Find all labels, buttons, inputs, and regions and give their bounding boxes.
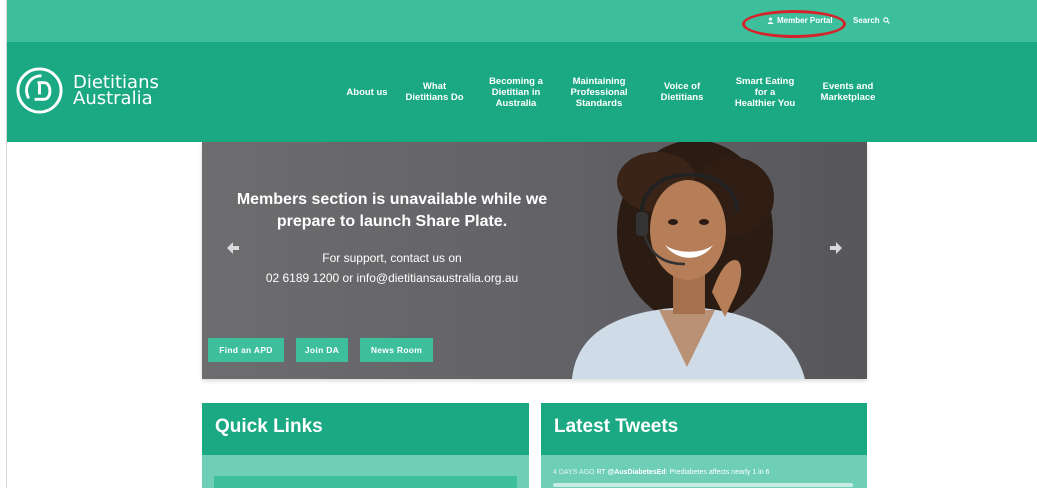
news-room-button[interactable]: News Room — [360, 338, 433, 362]
quick-links-card: Quick Links — [202, 403, 529, 488]
next-arrow-icon[interactable] — [828, 240, 844, 256]
utility-bar: Member Portal Search — [7, 0, 1037, 42]
nav-item-about-us[interactable]: About us — [337, 42, 397, 142]
quick-links-body — [202, 455, 529, 488]
logo-mark-icon — [16, 67, 63, 114]
search-label: Search — [853, 16, 880, 25]
latest-tweets-card: Latest Tweets 4 DAYS AGO RT @AusDiabetes… — [541, 403, 867, 488]
join-da-button[interactable]: Join DA — [296, 338, 348, 362]
tweet-text-continuation — [553, 483, 853, 487]
latest-tweets-body: 4 DAYS AGO RT @AusDiabetesEd: Prediabete… — [541, 455, 867, 488]
quick-link-item[interactable] — [214, 476, 517, 488]
nav-item-smart-eating[interactable]: Smart Eating for a Healthier You — [725, 42, 805, 142]
search-icon — [882, 17, 890, 24]
logo[interactable]: Dietitians Australia — [15, 66, 159, 115]
page: Member Portal Search Dietitians Australi… — [0, 0, 1037, 488]
tweet-text: : Prediabetes affects nearly 1 in 6 — [665, 469, 770, 476]
latest-tweets-title: Latest Tweets — [541, 403, 867, 455]
search-link[interactable]: Search — [853, 16, 890, 25]
hero-subtext-line-1: For support, contact us on — [322, 251, 462, 265]
hero-subtext: For support, contact us on 02 6189 1200 … — [222, 248, 562, 288]
hero-subtext-line-2: 02 6189 1200 or info@dietitiansaustralia… — [265, 271, 519, 285]
find-an-apd-button[interactable]: Find an APD — [208, 338, 284, 362]
hero-headline: Members section is unavailable while we … — [236, 191, 548, 230]
tweet-handle[interactable]: @AusDiabetesEd — [607, 469, 665, 476]
nav-item-becoming-a-dietitian[interactable]: Becoming a Dietitian in Australia — [477, 42, 555, 142]
hero-slider: Members section is unavailable while we … — [202, 142, 867, 379]
nav-item-voice-of-dietitians[interactable]: Voice of Dietitians — [647, 42, 717, 142]
support-agent-photo — [572, 142, 805, 379]
quick-links-title: Quick Links — [202, 403, 529, 455]
tweet-item[interactable]: 4 DAYS AGO RT @AusDiabetesEd: Prediabete… — [553, 468, 863, 478]
nav-item-what-dietitians-do[interactable]: What Dietitians Do — [397, 42, 472, 142]
nav-item-events-marketplace[interactable]: Events and Marketplace — [813, 42, 883, 142]
main-nav: Dietitians Australia About us What Dieti… — [7, 42, 1037, 142]
logo-line-2: Australia — [73, 87, 153, 109]
prev-arrow-icon[interactable] — [225, 240, 241, 256]
highlight-annotation — [742, 10, 846, 38]
nav-item-maintaining-standards[interactable]: Maintaining Professional Standards — [559, 42, 639, 142]
logo-text: Dietitians Australia — [73, 73, 159, 109]
tweet-time: 4 DAYS AGO — [553, 469, 595, 476]
tweet-prefix: RT — [596, 469, 606, 476]
